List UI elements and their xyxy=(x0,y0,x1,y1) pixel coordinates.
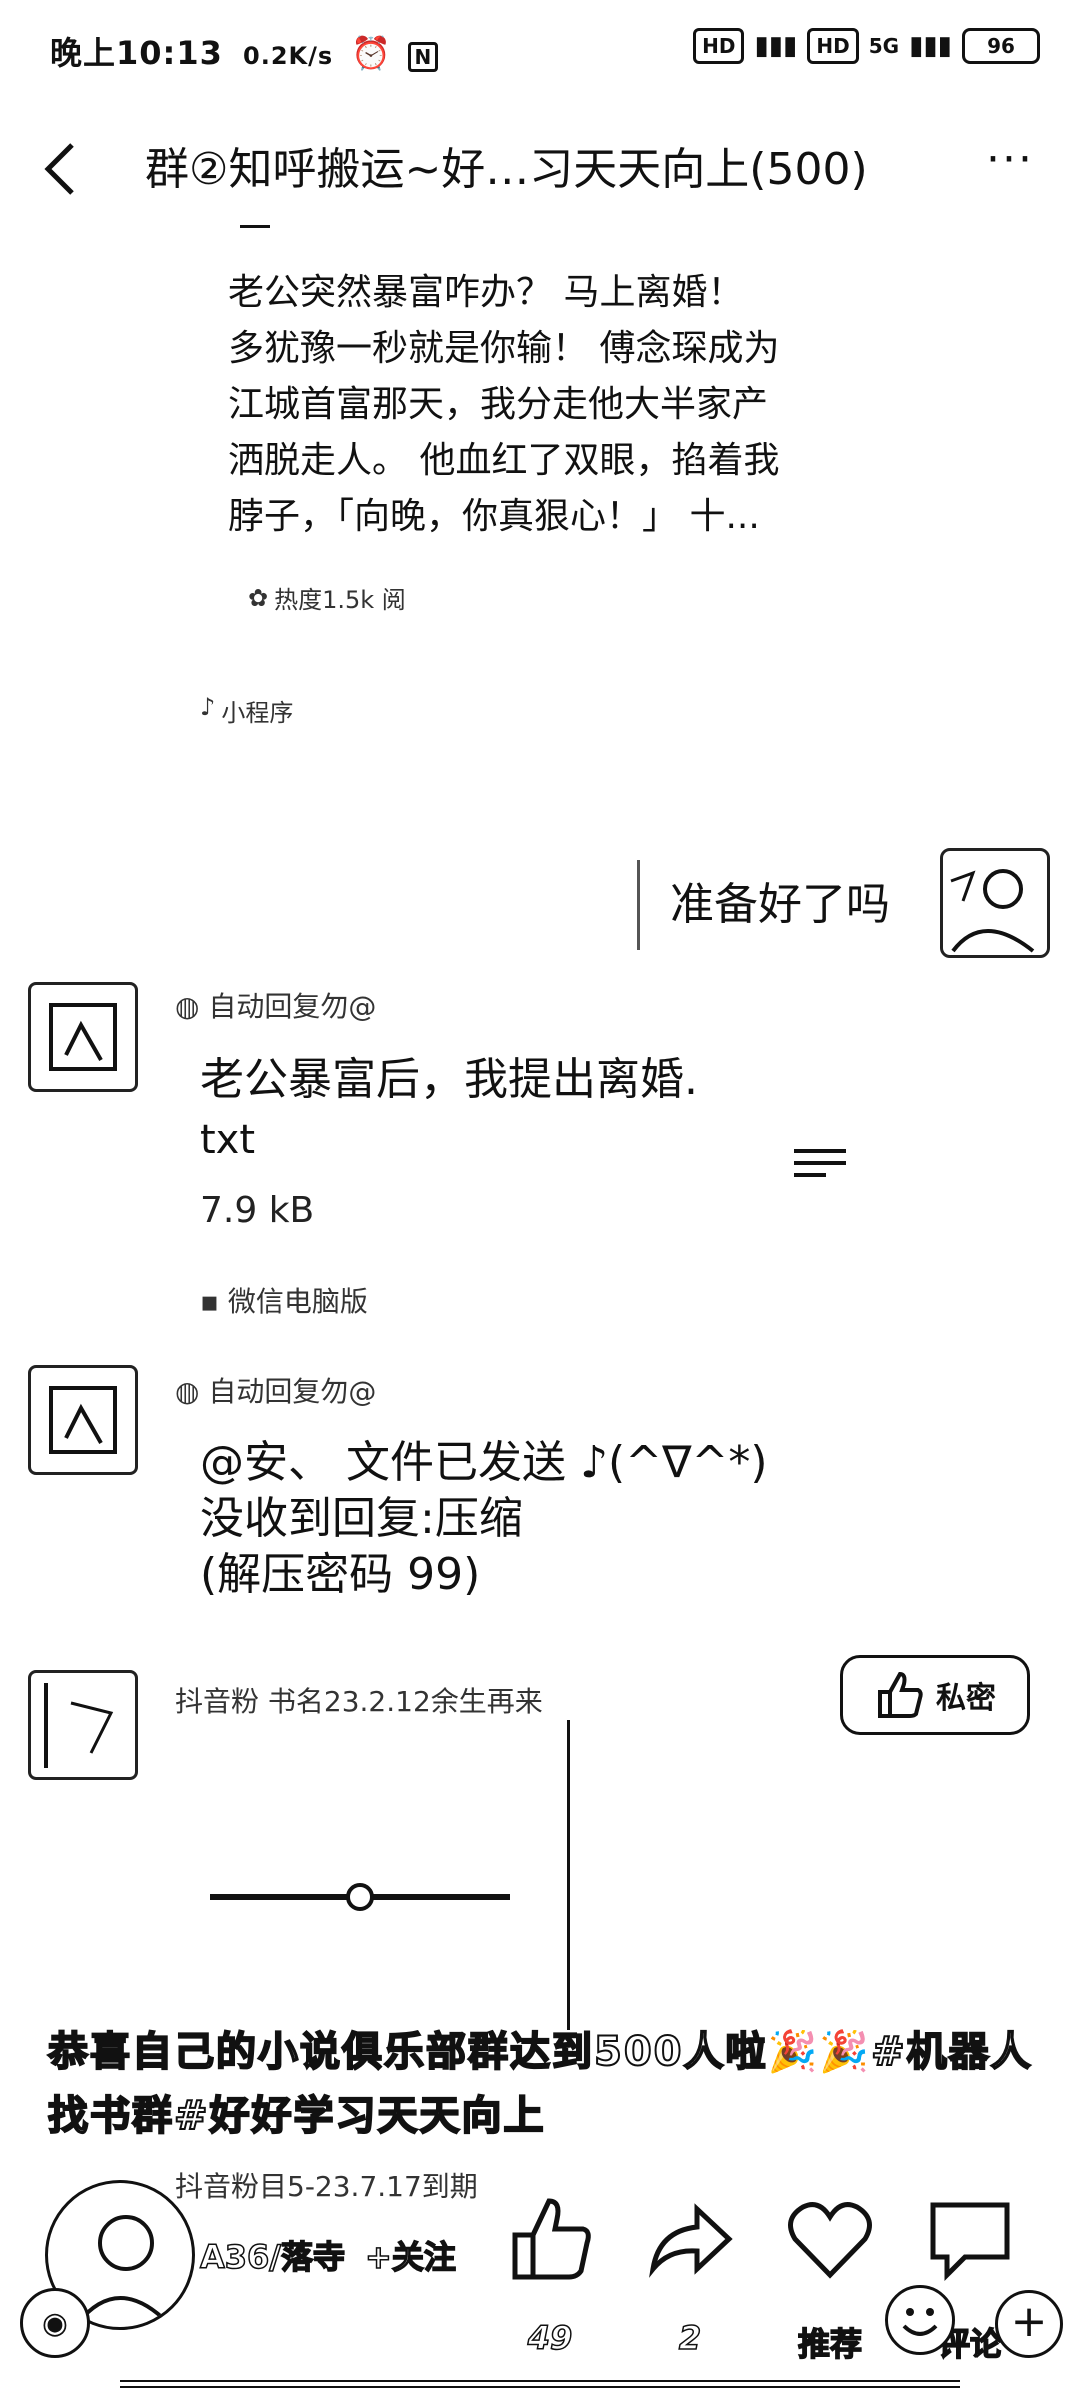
story-line: 脖子，「向晚，你真狠心！」 十... xyxy=(228,496,760,537)
alarm-icon: ⏰ xyxy=(351,34,393,72)
status-bar: 晚上10:13 0.2K/s ⏰ N HD ▮▮▮ HD 5G ▮▮▮ 96 xyxy=(0,0,1080,110)
hd-icon: HD xyxy=(693,28,745,64)
more-button[interactable]: ··· xyxy=(970,138,1050,200)
file-source: ▪ 微信电脑版 xyxy=(200,1285,368,1318)
smile-icon xyxy=(902,2308,938,2336)
mini-program-text: 小程序 xyxy=(221,699,294,727)
divider xyxy=(120,2380,960,2388)
network-type: 5G xyxy=(868,34,900,58)
story-line: 多犹豫一秒就是你输！ 傅念琛成为 xyxy=(228,328,780,369)
share-action[interactable]: 2 xyxy=(635,2195,745,2358)
follow-button[interactable]: +关注 xyxy=(364,2232,456,2278)
net-speed: 0.2K/s xyxy=(243,42,334,70)
chat-title: 群②知呼搬运~好…习天天向上(500) xyxy=(145,144,868,195)
chevron-left-icon xyxy=(44,143,74,195)
bot-avatar[interactable] xyxy=(28,982,138,1092)
sound-button[interactable]: ◉ xyxy=(20,2288,90,2358)
mini-program-label: ♪ 小程序 xyxy=(200,693,293,728)
share-count: 2 xyxy=(678,2318,702,2358)
bot-avatar-icon xyxy=(49,1386,117,1454)
status-left: 晚上10:13 0.2K/s ⏰ N xyxy=(50,28,439,74)
file-size: 7.9 kB xyxy=(200,1190,315,1231)
plus-icon: + xyxy=(1010,2296,1048,2347)
video-progress-slider[interactable] xyxy=(210,1882,510,1912)
creator-info: A36/落寺 +关注 xyxy=(199,2232,456,2278)
speaker-icon: ◉ xyxy=(41,2305,69,2341)
signal-icon-2: ▮▮▮ xyxy=(909,31,952,61)
bot-avatar[interactable] xyxy=(28,1365,138,1475)
status-time: 晚上10:13 xyxy=(50,34,223,72)
reply-line: (解压密码 99) xyxy=(200,1549,481,1600)
story-excerpt: 老公突然暴富咋办？ 马上离婚！ 多犹豫一秒就是你输！ 傅念琛成为 江城首富那天，… xyxy=(228,265,828,545)
battery-icon: 96 xyxy=(962,28,1040,64)
divider xyxy=(240,225,270,228)
user-avatar[interactable] xyxy=(28,1670,138,1780)
private-message-button[interactable]: 私密 xyxy=(840,1655,1030,1735)
plus-button[interactable]: + xyxy=(995,2290,1063,2358)
like-count: 49 xyxy=(527,2318,573,2358)
file-ext: txt xyxy=(200,1117,256,1163)
video-frame xyxy=(160,1720,570,2030)
reply-line: 没收到回复:压缩 xyxy=(200,1493,523,1544)
signal-icon: ▮▮▮ xyxy=(754,31,798,61)
creator-name[interactable]: A36/落寺 xyxy=(199,2232,346,2278)
heart-icon xyxy=(788,2202,872,2279)
comment-icon xyxy=(930,2202,1010,2282)
story-meta: ✿ 热度1.5k 阅 xyxy=(248,580,406,615)
back-button[interactable] xyxy=(30,134,90,204)
reply-message[interactable]: @安、 文件已发送 ♪(^∇^*) 没收到回复:压缩 (解压密码 99) xyxy=(200,1435,820,1603)
user-avatar-icon xyxy=(44,1683,114,1768)
reply-line: @安、 文件已发送 ♪(^∇^*) xyxy=(200,1437,768,1488)
my-message-bubble[interactable]: 准备好了吗 xyxy=(637,860,920,950)
nfc-icon: N xyxy=(408,42,439,72)
story-meta-text: 热度1.5k 阅 xyxy=(274,586,406,614)
robot-icon: ◍ xyxy=(175,1375,200,1408)
sender-name: ◍ 自动回复勿@ xyxy=(175,1375,377,1408)
share-arrow-icon xyxy=(649,2203,733,2278)
flame-icon: ✿ xyxy=(248,583,269,612)
robot-icon: ◍ xyxy=(175,990,200,1023)
recommend-label: 推荐 xyxy=(797,2324,863,2364)
mini-program-icon: ♪ xyxy=(200,693,216,721)
sender-name: ◍ 自动回复勿@ xyxy=(175,990,377,1023)
video-caption: 恭喜自己的小说俱乐部群达到500人啦🎉🎉#机器人找书群#好好学习天天向上 xyxy=(47,2028,1033,2140)
private-label: 私密 xyxy=(936,1681,996,1716)
file-message[interactable]: 老公暴富后，我提出离婚. txt xyxy=(200,1050,760,1170)
thumbs-up-icon xyxy=(512,2198,591,2280)
sender-name: 抖音粉目5-23.7.17到期 xyxy=(175,2170,478,2203)
status-right: HD ▮▮▮ HD 5G ▮▮▮ 96 xyxy=(693,28,1040,64)
file-name: 老公暴富后，我提出离婚. xyxy=(200,1054,698,1105)
user-avatar-icon xyxy=(950,869,1035,953)
more-horizontal-icon: ··· xyxy=(986,134,1034,185)
my-avatar[interactable] xyxy=(940,848,1050,958)
hd-icon-2: HD xyxy=(807,28,859,64)
emoji-button[interactable] xyxy=(885,2285,955,2355)
story-line: 洒脱走人。 他血红了双眼，掐着我 xyxy=(228,440,780,481)
sender-name: 抖音粉 书名23.2.12余生再来 xyxy=(175,1685,543,1718)
file-icon xyxy=(794,1149,846,1177)
like-action[interactable]: 49 xyxy=(495,2195,605,2358)
recommend-action[interactable]: 推荐 xyxy=(775,2195,885,2365)
story-line: 江城首富那天，我分走他大半家产 xyxy=(228,384,769,425)
chat-header: 群②知呼搬运~好…习天天向上(500) ··· xyxy=(0,110,1080,230)
bot-avatar-icon xyxy=(49,1003,117,1071)
story-line: 老公突然暴富咋办？ 马上离婚！ xyxy=(228,272,744,313)
thumbs-up-icon xyxy=(878,1671,923,1718)
pc-icon: ▪ xyxy=(200,1285,219,1318)
